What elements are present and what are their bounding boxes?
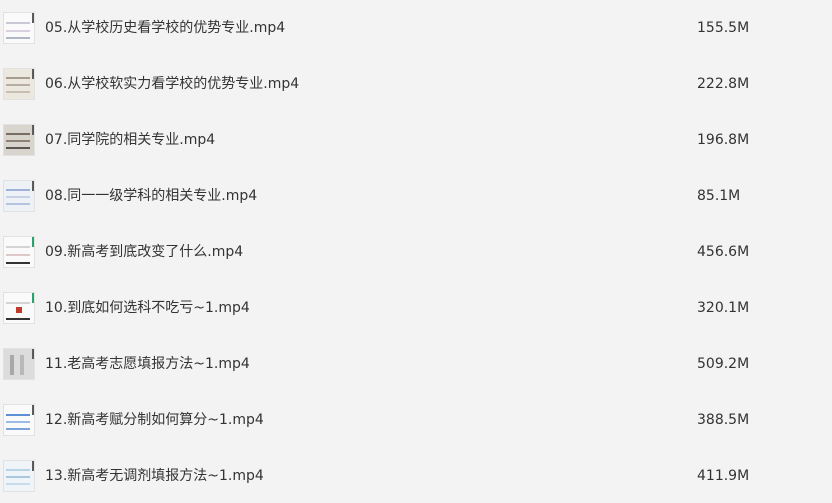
file-name: 09.新高考到底改变了什么.mp4	[45, 244, 244, 260]
file-size: 320.1M	[697, 300, 750, 316]
file-name: 13.新高考无调剂填报方法~1.mp4	[45, 468, 264, 484]
video-thumbnail-icon	[3, 124, 35, 156]
video-thumbnail-icon	[3, 404, 35, 436]
file-row[interactable]: 08.同一一级学科的相关专业.mp4 85.1M	[0, 168, 832, 224]
file-size: 196.8M	[697, 132, 750, 148]
file-name: 10.到底如何选科不吃亏~1.mp4	[45, 300, 250, 316]
file-row[interactable]: 10.到底如何选科不吃亏~1.mp4 320.1M	[0, 280, 832, 336]
file-row[interactable]: 11.老高考志愿填报方法~1.mp4 509.2M	[0, 336, 832, 392]
video-thumbnail-icon	[3, 460, 35, 492]
file-size: 85.1M	[697, 188, 741, 204]
file-name: 05.从学校历史看学校的优势专业.mp4	[45, 20, 286, 36]
file-row[interactable]: 09.新高考到底改变了什么.mp4 456.6M	[0, 224, 832, 280]
video-thumbnail-icon	[3, 180, 35, 212]
file-size: 222.8M	[697, 76, 750, 92]
file-name: 11.老高考志愿填报方法~1.mp4	[45, 356, 250, 372]
video-thumbnail-icon	[3, 12, 35, 44]
file-size: 155.5M	[697, 20, 750, 36]
file-name: 07.同学院的相关专业.mp4	[45, 132, 216, 148]
file-list: 05.从学校历史看学校的优势专业.mp4 155.5M 06.从学校软实力看学校…	[0, 0, 832, 503]
file-name: 06.从学校软实力看学校的优势专业.mp4	[45, 76, 300, 92]
file-row[interactable]: 12.新高考赋分制如何算分~1.mp4 388.5M	[0, 392, 832, 448]
video-thumbnail-icon	[3, 348, 35, 380]
file-row[interactable]: 05.从学校历史看学校的优势专业.mp4 155.5M	[0, 0, 832, 56]
file-size: 456.6M	[697, 244, 750, 260]
video-thumbnail-icon	[3, 292, 35, 324]
file-row[interactable]: 07.同学院的相关专业.mp4 196.8M	[0, 112, 832, 168]
file-row[interactable]: 13.新高考无调剂填报方法~1.mp4 411.9M	[0, 448, 832, 503]
file-name: 08.同一一级学科的相关专业.mp4	[45, 188, 258, 204]
file-size: 509.2M	[697, 356, 750, 372]
video-thumbnail-icon	[3, 68, 35, 100]
file-size: 388.5M	[697, 412, 750, 428]
file-name: 12.新高考赋分制如何算分~1.mp4	[45, 412, 264, 428]
video-thumbnail-icon	[3, 236, 35, 268]
file-size: 411.9M	[697, 468, 750, 484]
file-row[interactable]: 06.从学校软实力看学校的优势专业.mp4 222.8M	[0, 56, 832, 112]
